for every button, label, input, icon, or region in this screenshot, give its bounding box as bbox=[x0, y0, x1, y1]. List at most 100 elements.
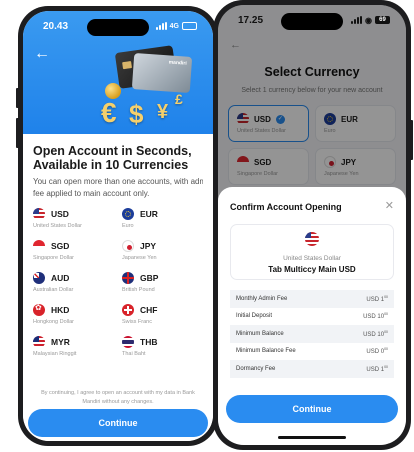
network-label: 4G bbox=[169, 22, 179, 30]
fee-amount: USD 0 bbox=[366, 349, 385, 356]
currency-item-hkd: HKD Hongkong Dollar bbox=[33, 304, 114, 331]
fee-label: Initial Deposit bbox=[236, 313, 273, 320]
card-logo: mandiri bbox=[168, 59, 187, 67]
fee-cents: 00 bbox=[384, 364, 388, 369]
eu-flag-icon bbox=[122, 208, 134, 220]
status-icons: 4G bbox=[155, 22, 197, 30]
fee-value: USD 100 bbox=[366, 295, 388, 303]
currency-item-thb: THB Thai Baht bbox=[122, 336, 203, 363]
hero-illustration: mandiri € $ ¥ £ bbox=[87, 45, 197, 129]
account-name: Tab Multiccy Main USD bbox=[268, 265, 356, 274]
currency-code: CHF bbox=[140, 305, 158, 315]
status-icons: ◉ 69 bbox=[351, 16, 390, 25]
jp-flag-icon bbox=[122, 240, 134, 252]
currency-name: Euro bbox=[122, 223, 134, 229]
dollar-symbol: $ bbox=[129, 99, 144, 129]
currency-code: AUD bbox=[51, 273, 70, 283]
gb-flag-icon bbox=[122, 272, 134, 284]
currency-name: United States Dollar bbox=[33, 223, 82, 229]
fee-label: Minimum Balance Fee bbox=[236, 348, 296, 355]
fee-value: USD 000 bbox=[366, 347, 388, 355]
currency-item-myr: MYR Malaysian Ringgit bbox=[33, 336, 114, 363]
currency-item-usd: USD United States Dollar bbox=[33, 208, 114, 235]
left-phone: 20.43 4G ← mandiri € $ ¥ £ Open Account … bbox=[18, 6, 218, 446]
currency-code: EUR bbox=[140, 209, 158, 219]
hero-banner: 20.43 4G ← mandiri € $ ¥ £ bbox=[23, 11, 213, 134]
euro-symbol: € bbox=[101, 97, 117, 128]
fee-label: Monthly Admin Fee bbox=[236, 295, 288, 302]
currency-name: Singapore Dollar bbox=[33, 255, 74, 261]
currency-item-jpy: JPY Japanese Yen bbox=[122, 240, 203, 267]
battery-icon bbox=[182, 22, 197, 30]
sheet-title: Confirm Account Opening bbox=[230, 201, 342, 212]
currency-code: THB bbox=[140, 337, 158, 347]
fee-amount: USD 1 bbox=[366, 366, 385, 373]
currency-item-sgd: SGD Singapore Dollar bbox=[33, 240, 114, 267]
fee-row: Monthly Admin Fee USD 100 bbox=[230, 290, 394, 308]
page-description-2: fee applied to main account only. bbox=[33, 189, 150, 198]
fee-cents: 00 bbox=[384, 347, 388, 352]
fee-list: Monthly Admin Fee USD 100 Initial Deposit… bbox=[230, 290, 394, 378]
us-flag-icon bbox=[33, 208, 45, 220]
sg-flag-icon bbox=[33, 240, 45, 252]
pound-symbol: £ bbox=[175, 91, 183, 107]
currency-code: SGD bbox=[51, 241, 70, 251]
wifi-icon: ◉ bbox=[365, 15, 372, 25]
fee-value: USD 1000 bbox=[363, 312, 388, 320]
fee-cents: 00 bbox=[384, 312, 388, 317]
au-flag-icon bbox=[33, 272, 45, 284]
fee-value: USD 1000 bbox=[363, 330, 388, 338]
fee-amount: USD 10 bbox=[363, 314, 385, 321]
fee-label: Minimum Balance bbox=[236, 330, 284, 337]
currency-name: Hongkong Dollar bbox=[33, 319, 74, 325]
fee-amount: USD 10 bbox=[363, 331, 385, 338]
close-icon[interactable]: ✕ bbox=[385, 201, 394, 212]
side-button bbox=[16, 118, 19, 148]
battery-icon: 69 bbox=[375, 16, 390, 24]
fee-value: USD 100 bbox=[366, 365, 388, 373]
page-heading: Open Account in Seconds, Available in 10… bbox=[33, 144, 192, 172]
fee-row: Initial Deposit USD 1000 bbox=[230, 308, 394, 326]
currency-grid: USD United States Dollar EUR Euro SGD Si… bbox=[33, 208, 203, 363]
currency-item-gbp: GBP British Pound bbox=[122, 272, 203, 299]
fee-row: Dormancy Fee USD 100 bbox=[230, 360, 394, 378]
continue-button[interactable]: Continue bbox=[28, 409, 208, 437]
currency-name: Swiss Franc bbox=[122, 319, 152, 325]
currency-item-aud: AUD Australian Dollar bbox=[33, 272, 114, 299]
fee-row: Minimum Balance Fee USD 000 bbox=[230, 343, 394, 361]
my-flag-icon bbox=[33, 336, 45, 348]
currency-item-eur: EUR Euro bbox=[122, 208, 203, 235]
status-bar: 20.43 4G bbox=[23, 11, 213, 41]
currency-item-chf: CHF Swiss Franc bbox=[122, 304, 203, 331]
account-currency: United States Dollar bbox=[283, 255, 341, 262]
right-screen: 17.25 ◉ 69 ← Select Currency Select 1 cu… bbox=[218, 5, 406, 445]
fee-label: Dormancy Fee bbox=[236, 365, 276, 372]
status-time: 17.25 bbox=[238, 14, 264, 26]
right-phone: 17.25 ◉ 69 ← Select Currency Select 1 cu… bbox=[213, 0, 411, 450]
fee-amount: USD 1 bbox=[366, 296, 385, 303]
card-image: mandiri bbox=[131, 53, 193, 93]
status-time: 20.43 bbox=[43, 20, 69, 32]
currency-code: HKD bbox=[51, 305, 70, 315]
currency-code: GBP bbox=[140, 273, 159, 283]
continue-button[interactable]: Continue bbox=[226, 395, 398, 423]
currency-code: JPY bbox=[140, 241, 157, 251]
currency-name: Australian Dollar bbox=[33, 287, 74, 293]
fee-cents: 00 bbox=[384, 294, 388, 299]
currency-name: Japanese Yen bbox=[122, 255, 157, 261]
side-button bbox=[410, 120, 413, 160]
currency-code: MYR bbox=[51, 337, 70, 347]
signal-icon bbox=[155, 22, 167, 30]
back-arrow-icon[interactable]: ← bbox=[34, 45, 52, 63]
fee-cents: 00 bbox=[384, 329, 388, 334]
consent-text: By continuing, I agree to open an accoun… bbox=[41, 390, 195, 405]
account-summary: United States Dollar Tab Multiccy Main U… bbox=[230, 224, 394, 280]
status-bar: 17.25 ◉ 69 bbox=[218, 5, 406, 35]
page-description: You can open more than one accounts, wit… bbox=[33, 177, 203, 186]
currency-code: USD bbox=[51, 209, 69, 219]
left-screen: 20.43 4G ← mandiri € $ ¥ £ Open Account … bbox=[23, 11, 213, 441]
yen-symbol: ¥ bbox=[157, 101, 169, 123]
th-flag-icon bbox=[122, 336, 134, 348]
home-indicator bbox=[278, 436, 346, 439]
sheet-header: Confirm Account Opening ✕ bbox=[230, 201, 394, 212]
